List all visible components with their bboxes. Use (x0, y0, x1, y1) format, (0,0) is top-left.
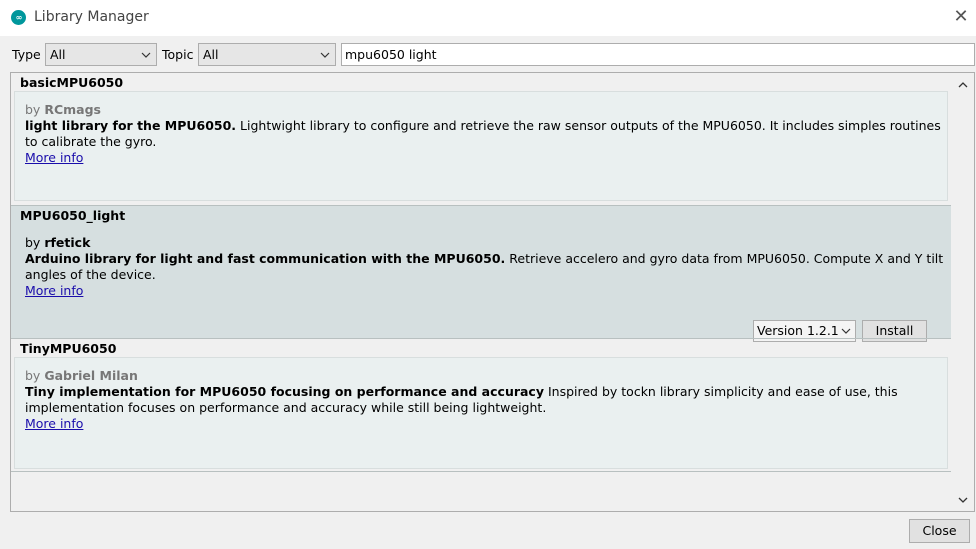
author-name: Gabriel Milan (44, 368, 138, 383)
close-icon[interactable]: ✕ (950, 6, 972, 28)
library-summary: Tiny implementation for MPU6050 focusing… (25, 384, 544, 399)
type-dropdown[interactable]: All (45, 43, 157, 66)
divider (11, 471, 951, 472)
library-name: basicMPU6050 (20, 75, 124, 90)
chevron-down-icon (139, 44, 153, 65)
chevron-down-icon (318, 44, 332, 65)
chevron-down-icon[interactable] (955, 492, 971, 508)
topic-label: Topic (162, 47, 194, 62)
topic-dropdown-value: All (203, 47, 219, 62)
library-description: Tiny implementation for MPU6050 focusing… (25, 384, 945, 416)
by-prefix: by (25, 102, 41, 117)
library-card: by Gabriel Milan Tiny implementation for… (14, 357, 948, 469)
library-card: by rfetick Arduino library for light and… (14, 224, 948, 342)
library-item[interactable]: TinyMPU6050 by Gabriel Milan Tiny implem… (11, 339, 951, 472)
filter-bar: Type All Topic All mpu6050 light (0, 36, 976, 72)
more-info-link[interactable]: More info (25, 416, 83, 431)
title-bar: ∞ Library Manager ✕ (0, 0, 976, 36)
by-prefix: by (25, 235, 41, 250)
library-name: TinyMPU6050 (20, 341, 117, 356)
library-item-selected[interactable]: MPU6050_light by rfetick Arduino library… (11, 206, 951, 342)
library-card: by RCmags light library for the MPU6050.… (14, 91, 948, 201)
library-summary: Arduino library for light and fast commu… (25, 251, 506, 266)
library-author: by rfetick (25, 235, 90, 250)
library-description: Arduino library for light and fast commu… (25, 251, 945, 283)
chevron-up-icon[interactable] (955, 77, 971, 93)
library-list: basicMPU6050 by RCmags light library for… (10, 72, 975, 512)
library-item[interactable]: basicMPU6050 by RCmags light library for… (11, 73, 951, 206)
type-label: Type (12, 47, 41, 62)
search-input[interactable]: mpu6050 light (341, 43, 975, 66)
version-value: Version 1.2.1 (757, 323, 839, 338)
vertical-scrollbar[interactable] (952, 73, 974, 511)
library-summary: light library for the MPU6050. (25, 118, 237, 133)
author-name: rfetick (44, 235, 91, 250)
by-prefix: by (25, 368, 41, 383)
topic-dropdown[interactable]: All (198, 43, 336, 66)
library-description: light library for the MPU6050. Lightwigh… (25, 118, 945, 150)
window-title: Library Manager (34, 9, 149, 25)
arduino-logo-icon: ∞ (11, 10, 26, 25)
library-author: by RCmags (25, 102, 101, 117)
close-button[interactable]: Close (909, 519, 970, 543)
library-author: by Gabriel Milan (25, 368, 138, 383)
author-name: RCmags (44, 102, 101, 117)
more-info-link[interactable]: More info (25, 283, 83, 298)
type-dropdown-value: All (50, 47, 66, 62)
more-info-link[interactable]: More info (25, 150, 83, 165)
library-name: MPU6050_light (20, 208, 126, 223)
